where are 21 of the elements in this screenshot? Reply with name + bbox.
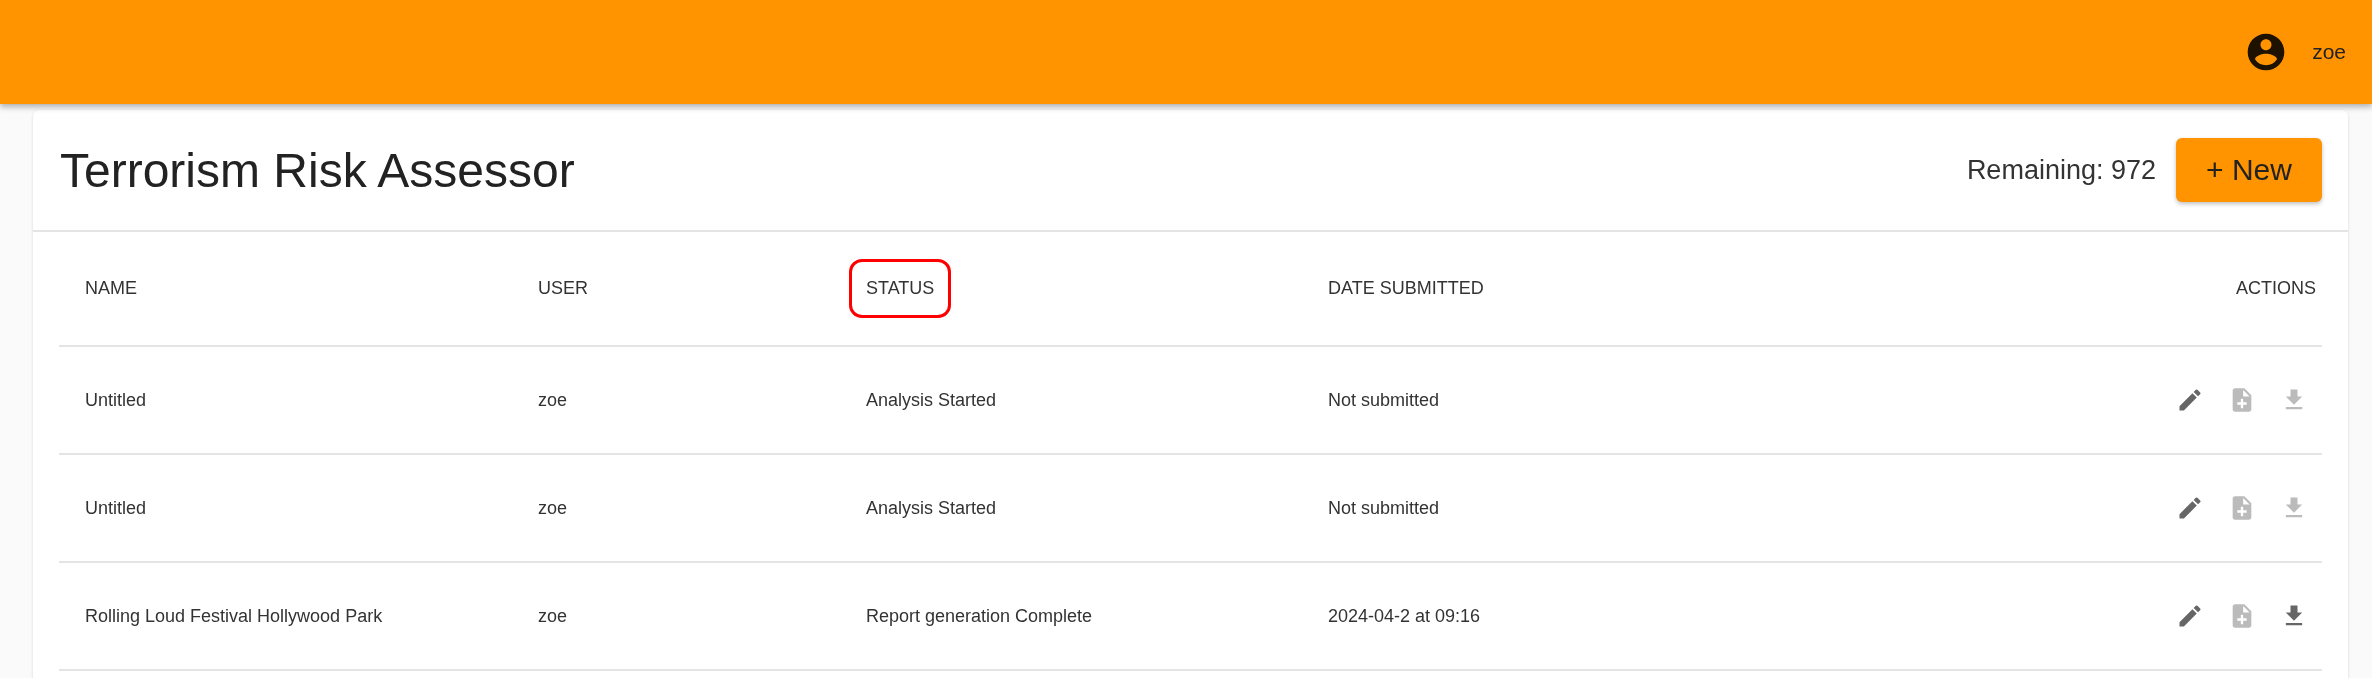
table-cell: zoe xyxy=(538,497,568,519)
remaining-count: Remaining: 972 xyxy=(1966,154,2156,186)
table-cell: zoe xyxy=(538,389,568,411)
column-header: NAME xyxy=(85,277,137,300)
table-cell: Not submitted xyxy=(1328,389,1440,411)
table-cell: zoe xyxy=(538,605,568,627)
table-cell: Untitled xyxy=(85,389,147,411)
column-header: DATE SUBMITTED xyxy=(1328,277,1484,300)
table-cell: Analysis Started xyxy=(866,389,997,411)
table-cell: Report generation Complete xyxy=(866,605,1093,627)
column-header: ACTIONS xyxy=(2236,277,2316,300)
new-button[interactable]: + New xyxy=(2176,138,2322,202)
table-cell: Analysis Started xyxy=(866,497,997,519)
column-header: USER xyxy=(538,277,588,300)
page-title: Terrorism Risk Assessor xyxy=(60,142,576,198)
table-cell: Not submitted xyxy=(1328,497,1440,519)
table-cell: 2024-04-2 at 09:16 xyxy=(1328,605,1481,627)
table-cell: Rolling Loud Festival Hollywood Park xyxy=(85,605,383,627)
column-header: STATUS xyxy=(852,262,949,315)
table-cell: Untitled xyxy=(85,497,147,519)
user-name: zoe xyxy=(2312,40,2346,64)
